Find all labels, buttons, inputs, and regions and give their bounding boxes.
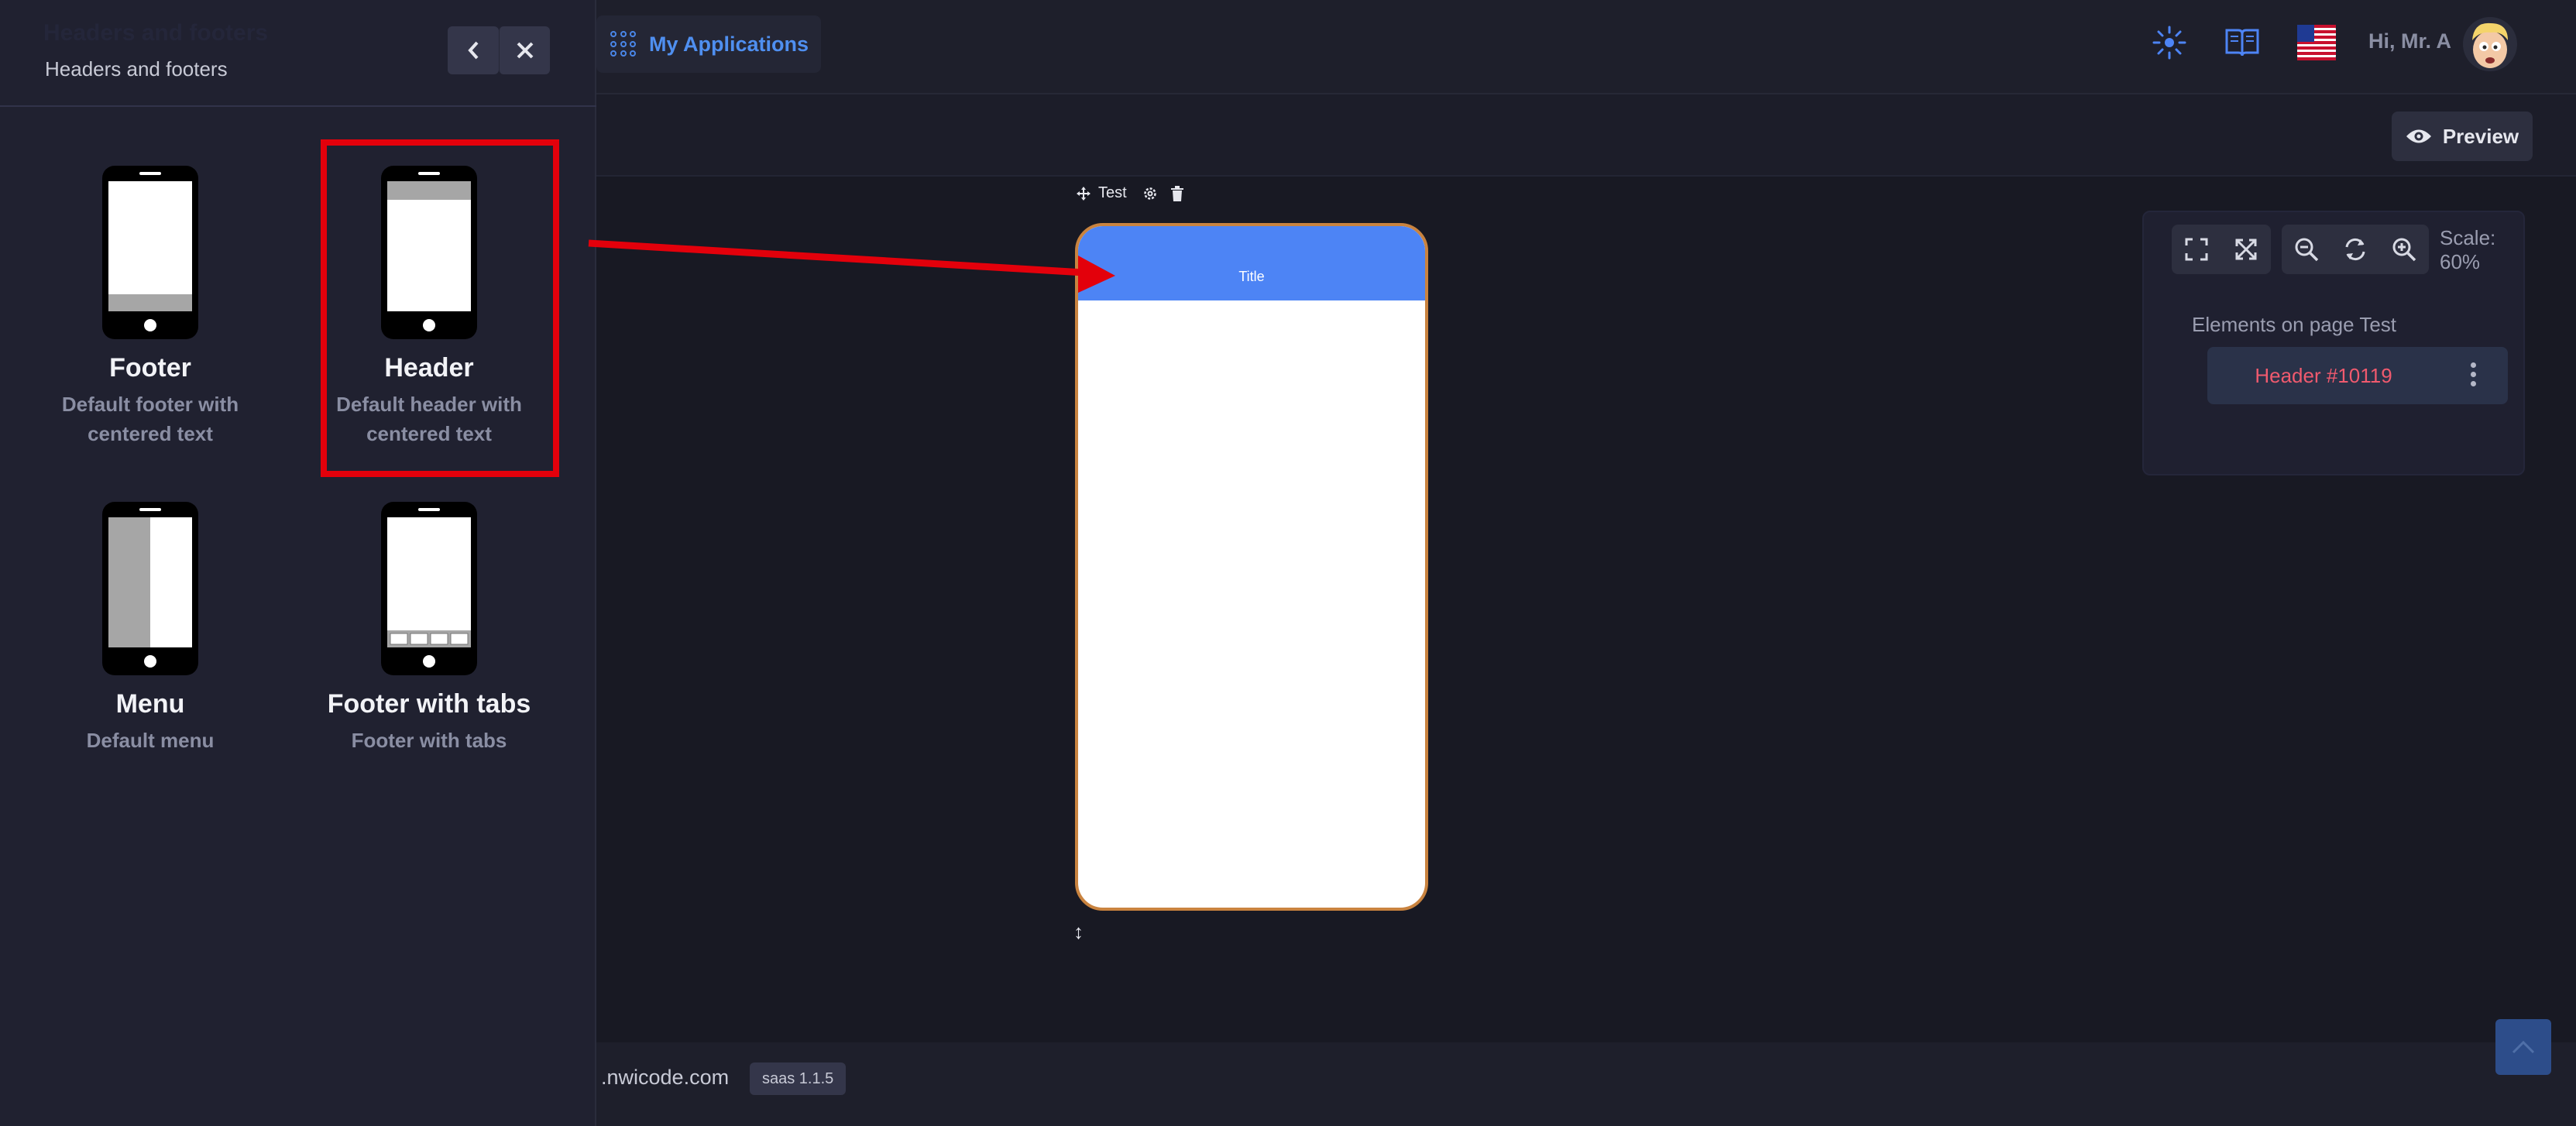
- phone-header-title: Title: [1238, 269, 1265, 284]
- template-desc: Default menu: [86, 729, 215, 752]
- highlight-box: [321, 139, 559, 477]
- documentation-book-icon[interactable]: [2223, 23, 2262, 62]
- phone-header-element[interactable]: Title: [1078, 226, 1425, 300]
- back-button[interactable]: [448, 26, 499, 74]
- zoom-controls-group: [2282, 225, 2429, 274]
- move-icon[interactable]: [1077, 186, 1091, 201]
- trash-icon[interactable]: [1170, 185, 1184, 201]
- close-button[interactable]: [499, 26, 550, 74]
- drawer-title: Headers and footers: [43, 20, 269, 46]
- view-mode-group: [2172, 225, 2271, 274]
- user-avatar[interactable]: [2463, 17, 2517, 71]
- element-list-item[interactable]: Header #10119: [2207, 347, 2508, 404]
- close-icon: [517, 42, 533, 59]
- preview-button[interactable]: Preview: [2392, 112, 2533, 161]
- page-name-label: Test: [1098, 184, 1127, 201]
- us-flag-language-icon[interactable]: [2297, 23, 2336, 62]
- template-card-footer[interactable]: Footer Default footer with centered text: [11, 166, 290, 448]
- template-card-footer-tabs[interactable]: Footer with tabs Footer with tabs: [290, 502, 568, 755]
- kebab-menu-icon[interactable]: [2471, 362, 2477, 386]
- my-applications-button[interactable]: My Applications: [596, 15, 821, 73]
- template-desc: Footer with tabs: [351, 729, 507, 752]
- my-applications-label: My Applications: [649, 32, 809, 56]
- template-card-menu[interactable]: Menu Default menu: [11, 502, 290, 755]
- user-greeting: Hi, Mr. A: [2368, 29, 2452, 53]
- elements-title: Elements on page Test: [2192, 313, 2397, 336]
- element-name[interactable]: Header #10119: [2207, 347, 2440, 404]
- phone-footer-icon: [102, 166, 198, 339]
- template-title: Footer with tabs: [327, 689, 531, 719]
- fullscreen-icon[interactable]: [2184, 237, 2209, 262]
- chevron-up-icon: [2512, 1040, 2535, 1054]
- gear-icon[interactable]: [1142, 186, 1158, 201]
- template-title: Menu: [115, 689, 185, 719]
- template-title: Footer: [109, 353, 191, 383]
- scroll-to-top-button[interactable]: [2495, 1019, 2551, 1075]
- page-tag: Test: [1077, 184, 1184, 202]
- template-desc: Default footer with centered text: [61, 393, 239, 445]
- zoom-in-icon[interactable]: [2391, 236, 2417, 263]
- drawer-subtitle: Headers and footers: [45, 57, 228, 81]
- phone-preview-frame[interactable]: Title: [1075, 223, 1428, 911]
- phone-footer-tabs-icon: [381, 502, 477, 675]
- version-badge: saas 1.1.5: [750, 1062, 847, 1095]
- resize-handle-icon[interactable]: ↕: [1073, 920, 1084, 944]
- theme-toggle-icon[interactable]: [2150, 23, 2189, 62]
- zoom-out-icon[interactable]: [2293, 236, 2320, 263]
- footer-domain: .nwicode.com: [601, 1066, 730, 1089]
- apps-grid-icon: [610, 31, 637, 57]
- reset-zoom-icon[interactable]: [2342, 236, 2368, 263]
- scale-label: Scale: 60%: [2440, 226, 2496, 273]
- eye-icon: [2406, 129, 2431, 143]
- expand-icon[interactable]: [2234, 237, 2258, 262]
- drawer-header: Headers and footers Headers and footers: [0, 0, 596, 107]
- templates-drawer: Headers and footers Headers and footers …: [0, 0, 596, 1126]
- preview-label: Preview: [2442, 124, 2519, 148]
- elements-panel: Scale: 60% Elements on page Test Header …: [2142, 211, 2525, 475]
- phone-menu-icon: [102, 502, 198, 675]
- chevron-left-icon: [468, 41, 479, 60]
